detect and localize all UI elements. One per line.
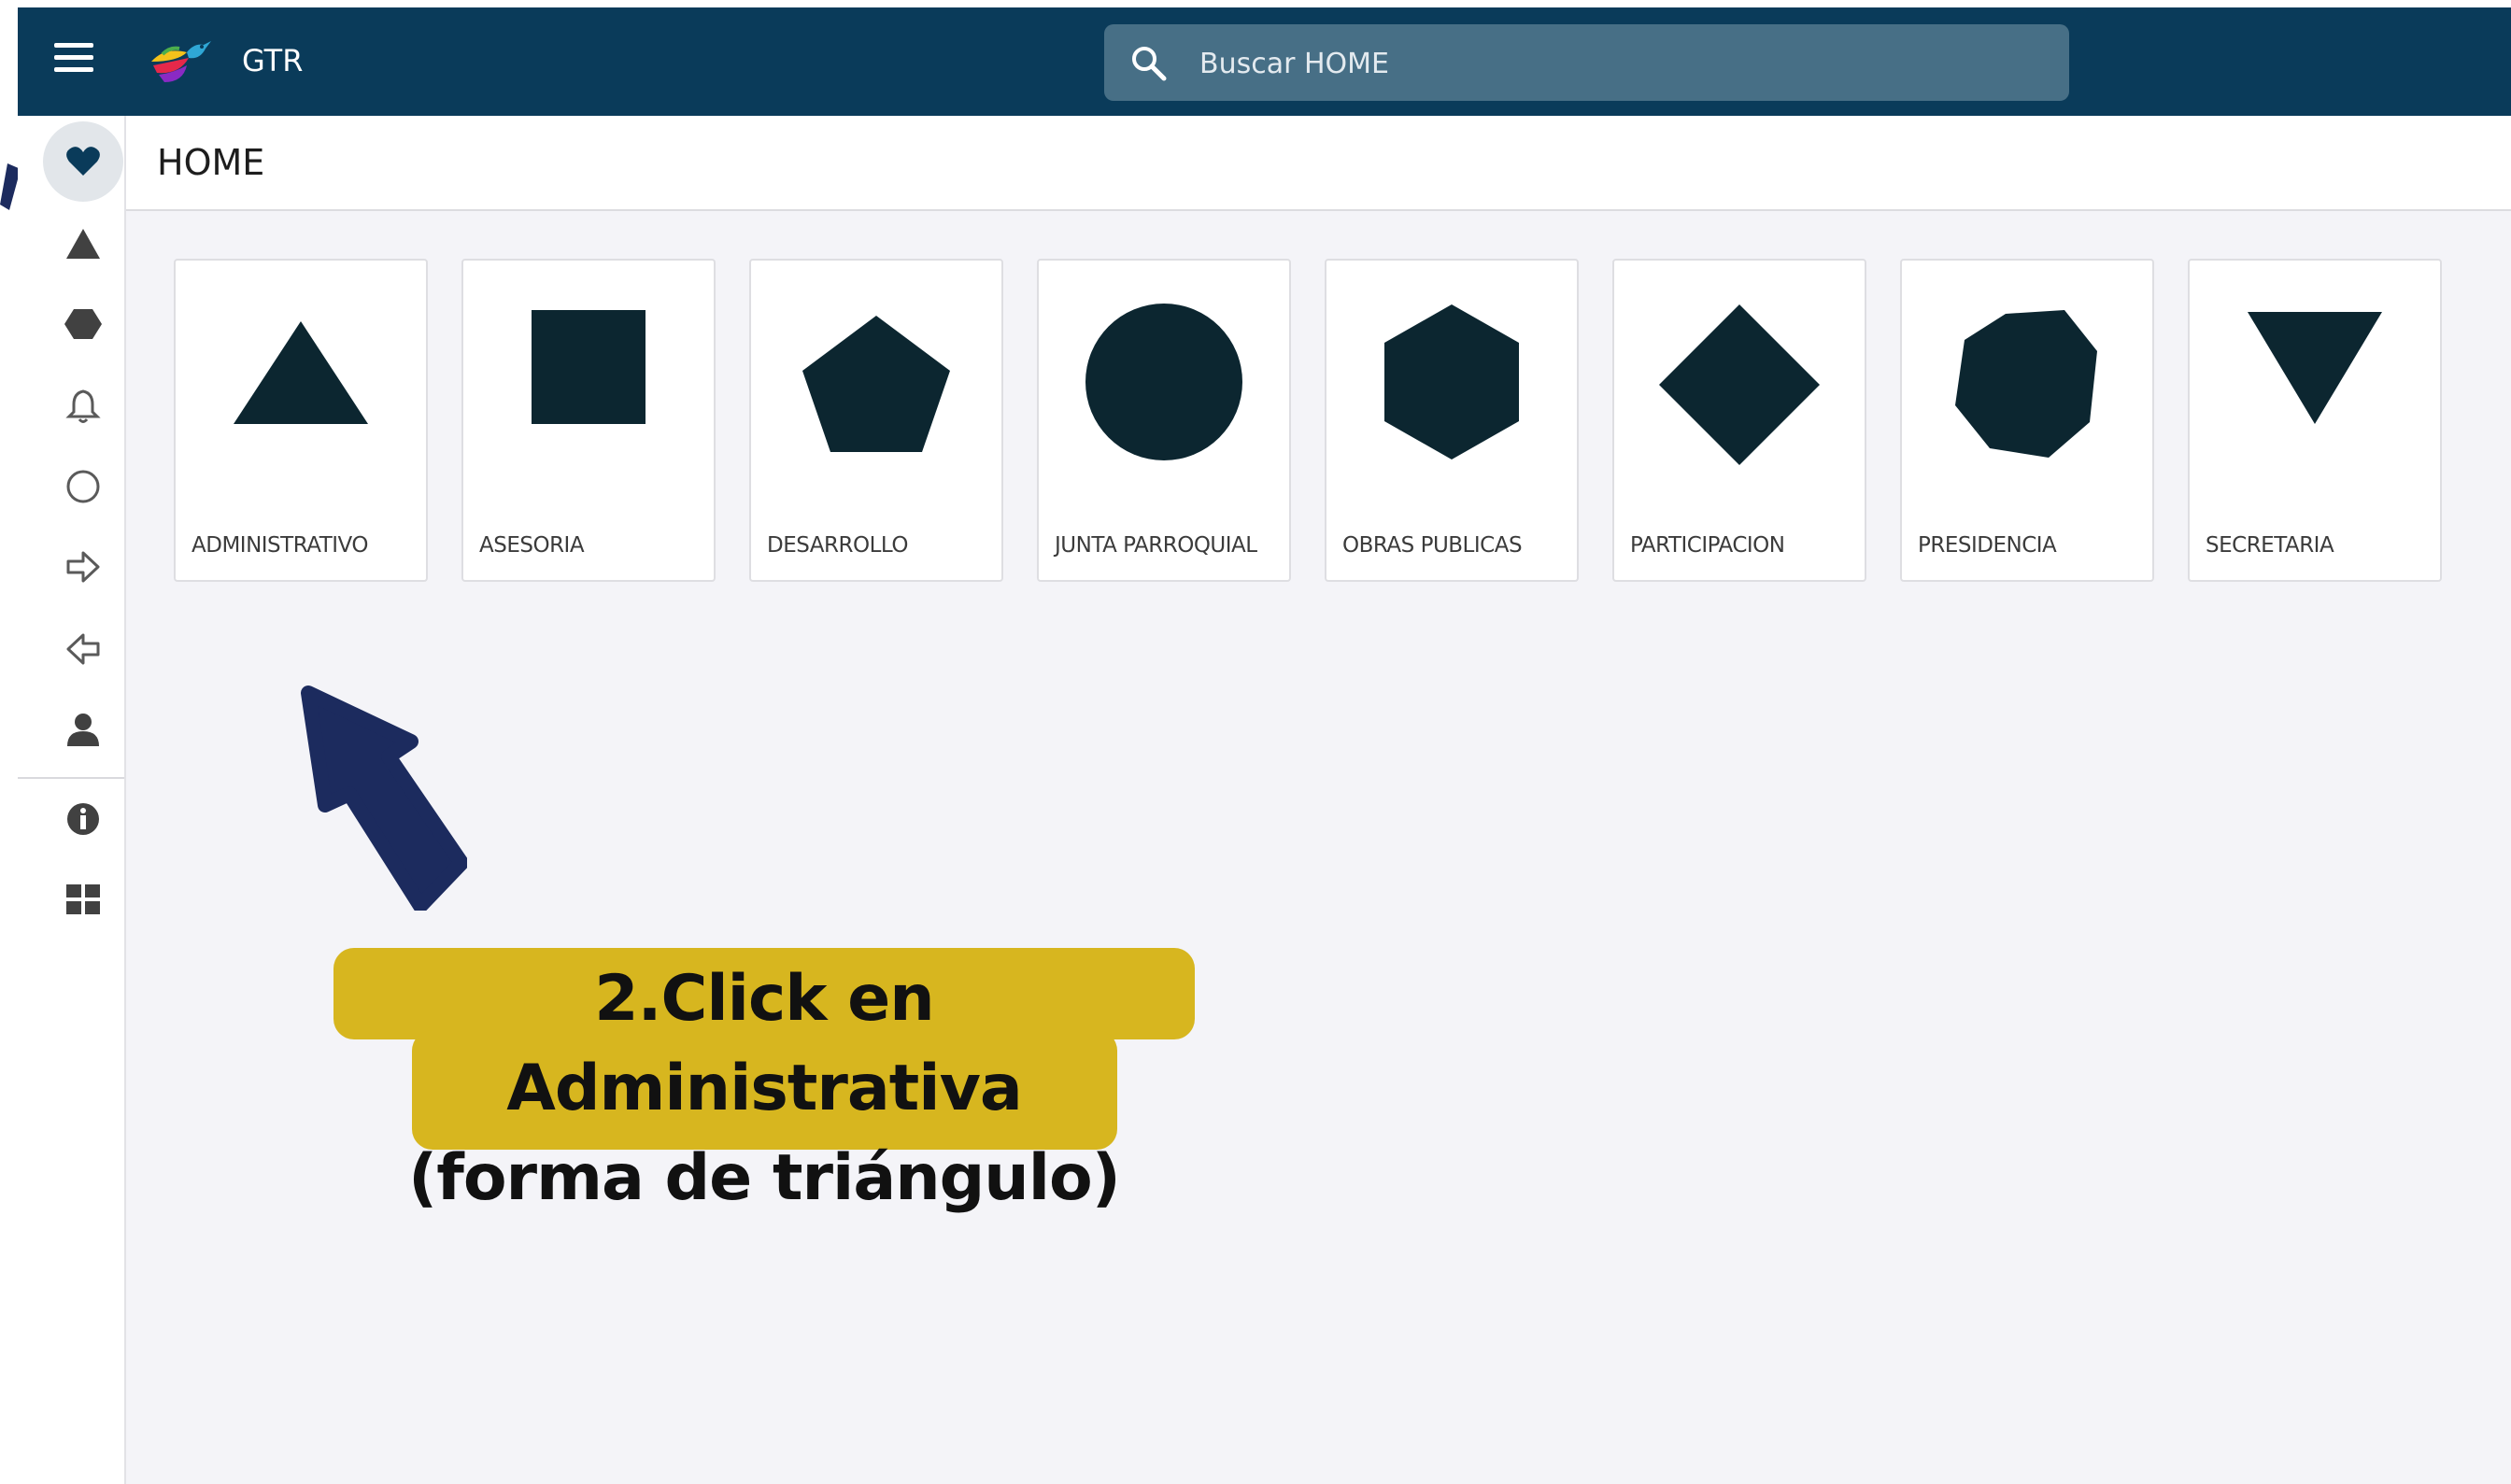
search-icon (1132, 47, 1167, 81)
dashboard-icon (66, 884, 100, 914)
search-input[interactable] (1198, 41, 2042, 86)
search-bar[interactable] (1104, 24, 2069, 101)
bell-icon (65, 389, 101, 423)
diamond-icon (1659, 304, 1820, 465)
square-icon (532, 310, 645, 424)
top-bar: GTR (18, 7, 2511, 116)
sidebar-item-hexagon[interactable] (43, 284, 123, 364)
card-label: SECRETARIA (2206, 533, 2334, 558)
hexagon-icon (64, 309, 102, 339)
octagon-icon (1955, 310, 2097, 458)
card-label: PARTICIPACION (1630, 533, 1785, 558)
heart-icon (66, 147, 100, 176)
card-presidencia[interactable]: PRESIDENCIA (1900, 259, 2154, 582)
callout-line2: (forma de triángulo) (408, 1141, 1121, 1215)
card-label: ASESORIA (479, 533, 585, 558)
hamburger-menu-icon[interactable] (49, 43, 99, 80)
sidebar (18, 116, 126, 1484)
card-participacion[interactable]: PARTICIPACION (1612, 259, 1866, 582)
user-icon (67, 714, 99, 746)
sidebar-item-outbox[interactable] (43, 527, 123, 607)
sidebar-item-circle[interactable] (43, 446, 123, 527)
card-secretaria[interactable]: SECRETARIA (2188, 259, 2442, 582)
sidebar-item-notifications[interactable] (43, 366, 123, 446)
callout-line1: 2.Click en Administrativa (506, 962, 1023, 1125)
info-icon (67, 803, 99, 835)
arrow-left-icon (66, 633, 100, 665)
card-label: PRESIDENCIA (1918, 533, 2057, 558)
card-asesoria[interactable]: ASESORIA (461, 259, 716, 582)
arrow-right-icon (66, 551, 100, 583)
triangle-icon (66, 229, 100, 259)
app-logo (151, 41, 211, 82)
card-label: DESARROLLO (767, 533, 908, 558)
page-title: HOME (157, 142, 265, 183)
annotation-callout: 2.Click en Administrativa (forma de triá… (333, 954, 1195, 1223)
annotation-arrow (301, 685, 467, 911)
sidebar-item-user[interactable] (43, 689, 123, 770)
card-obras-publicas[interactable]: OBRAS PUBLICAS (1325, 259, 1579, 582)
app-title: GTR (242, 43, 304, 78)
sidebar-item-info[interactable] (43, 779, 123, 859)
sidebar-item-dashboard[interactable] (43, 859, 123, 940)
card-desarrollo[interactable]: DESARROLLO (749, 259, 1003, 582)
content-area: ADMINISTRATIVO ASESORIA DESARROLLO JUNTA… (126, 211, 2511, 1484)
circle-icon (66, 470, 100, 503)
card-label: OBRAS PUBLICAS (1342, 533, 1523, 558)
sidebar-item-inbox[interactable] (43, 609, 123, 689)
triangle-icon (234, 321, 368, 424)
inverted-triangle-icon (2248, 312, 2382, 424)
card-label: ADMINISTRATIVO (192, 533, 368, 558)
page-header: HOME (126, 116, 2511, 211)
sidebar-item-favorites[interactable] (43, 121, 123, 202)
hexagon-icon (1384, 304, 1519, 459)
card-junta-parroquial[interactable]: JUNTA PARROQUIAL (1037, 259, 1291, 582)
pentagon-icon (802, 316, 950, 452)
sidebar-item-triangle[interactable] (43, 204, 123, 284)
circle-icon (1085, 304, 1242, 460)
card-administrativo[interactable]: ADMINISTRATIVO (174, 259, 428, 582)
card-label: JUNTA PARROQUIAL (1055, 533, 1257, 558)
